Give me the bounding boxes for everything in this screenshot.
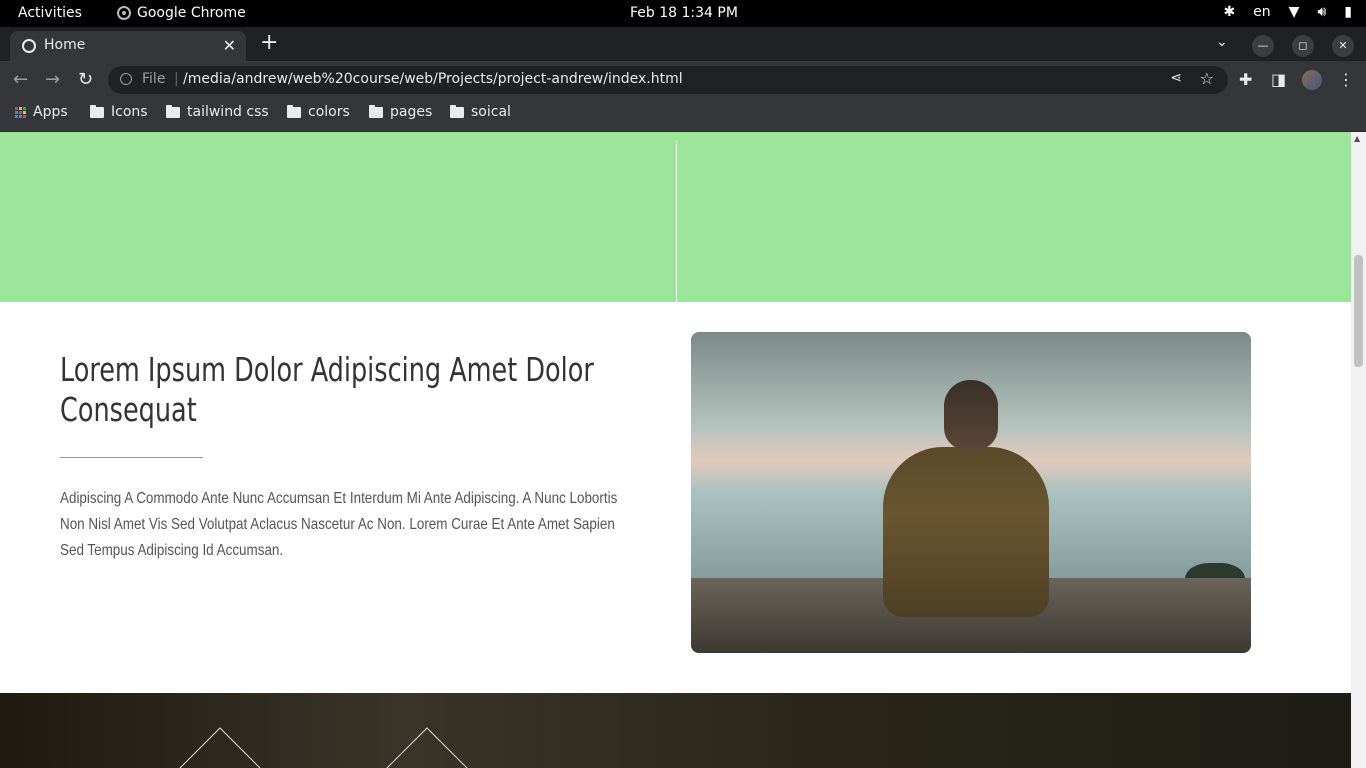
green-banner [0,132,1351,302]
maximize-button[interactable]: ◻ [1292,35,1314,57]
slack-icon[interactable]: ✱ [1223,4,1235,20]
apps-grid-icon [15,106,26,118]
language-indicator[interactable]: en [1253,4,1271,20]
menu-icon[interactable]: ⋮ [1338,70,1354,89]
bookmark-star-icon[interactable]: ☆ [1200,69,1214,88]
tab-home[interactable]: Home ✕ [10,31,246,61]
tab-strip: Home ✕ [0,27,1366,61]
scroll-up-icon[interactable]: ▲ [1354,134,1360,143]
system-tray[interactable]: ✱ en ▼ 🔊︎ ▮ [1223,4,1352,20]
folder-icon [287,104,301,118]
new-tab-button[interactable]: + [260,32,278,54]
bookmarks-bar: Apps Icons tailwind css colors pages soi… [0,99,1366,132]
feature-image [691,332,1251,653]
person-head [944,380,998,450]
folder-icon [90,104,104,118]
bookmark-colors[interactable]: colors [287,104,350,120]
diamond-shape [386,727,468,768]
reload-icon[interactable]: ↻ [78,69,93,90]
side-panel-icon[interactable]: ◨ [1271,70,1286,89]
bookmark-label: pages [390,104,433,120]
bookmark-tailwind[interactable]: tailwind css [166,104,269,120]
close-window-button[interactable]: ✕ [1332,35,1354,57]
system-top-bar: Activities Google Chrome Feb 18 1:34 PM … [0,0,1366,27]
wifi-icon[interactable]: ▼ [1289,4,1300,20]
url-text[interactable]: /media/andrew/web%20course/web/Projects/… [183,71,683,87]
bookmark-label: tailwind css [187,104,269,120]
activities-button[interactable]: Activities [18,5,82,21]
back-icon[interactable]: ← [13,69,28,90]
bookmark-label: soical [471,104,511,120]
diamond-shape [179,727,261,768]
battery-icon[interactable]: ▮ [1344,4,1352,20]
profile-avatar[interactable] [1302,70,1322,90]
tab-search-icon[interactable]: ⌄ [1216,34,1228,50]
volume-icon[interactable]: 🔊︎ [1317,4,1326,20]
folder-icon [450,104,464,118]
section-heading: Lorem Ipsum Dolor Adipiscing Amet Dolor … [60,350,594,429]
bookmark-icons[interactable]: Icons [90,104,148,120]
tab-title: Home [44,37,86,53]
bookmark-soical[interactable]: soical [450,104,511,120]
app-menu[interactable]: Google Chrome [117,5,246,21]
share-icon[interactable]: ⋖ [1170,70,1182,86]
minimize-button[interactable]: — [1252,35,1274,57]
scheme-label: File [142,71,166,87]
bookmark-label: Apps [33,104,68,120]
folder-icon [166,104,180,118]
bookmark-label: colors [308,104,350,120]
folder-icon [369,104,383,118]
separator: | [174,71,179,87]
scrollbar[interactable]: ▲ [1351,132,1366,768]
app-name: Google Chrome [137,5,246,21]
address-bar[interactable]: File | /media/andrew/web%20course/web/Pr… [108,66,1228,94]
page-viewport: Lorem Ipsum Dolor Adipiscing Amet Dolor … [0,132,1351,768]
browser-toolbar: ← → ↻ File | /media/andrew/web%20course/… [0,61,1366,99]
extensions-icon[interactable]: ✚ [1239,70,1252,89]
site-info-icon[interactable] [120,73,132,85]
bookmark-pages[interactable]: pages [369,104,432,120]
scrollbar-thumb[interactable] [1354,255,1363,367]
heading-underline [60,457,203,458]
person-jacket [883,447,1049,617]
globe-icon [22,39,36,53]
chrome-icon [117,6,131,20]
column-divider [676,141,677,302]
forward-icon[interactable]: → [45,69,60,90]
bookmark-apps[interactable]: Apps [15,104,68,120]
section-paragraph: Adipiscing A Commodo Ante Nunc Accumsan … [60,490,618,559]
clock[interactable]: Feb 18 1:34 PM [630,5,738,21]
bookmark-label: Icons [111,104,148,120]
close-tab-icon[interactable]: ✕ [223,36,236,55]
